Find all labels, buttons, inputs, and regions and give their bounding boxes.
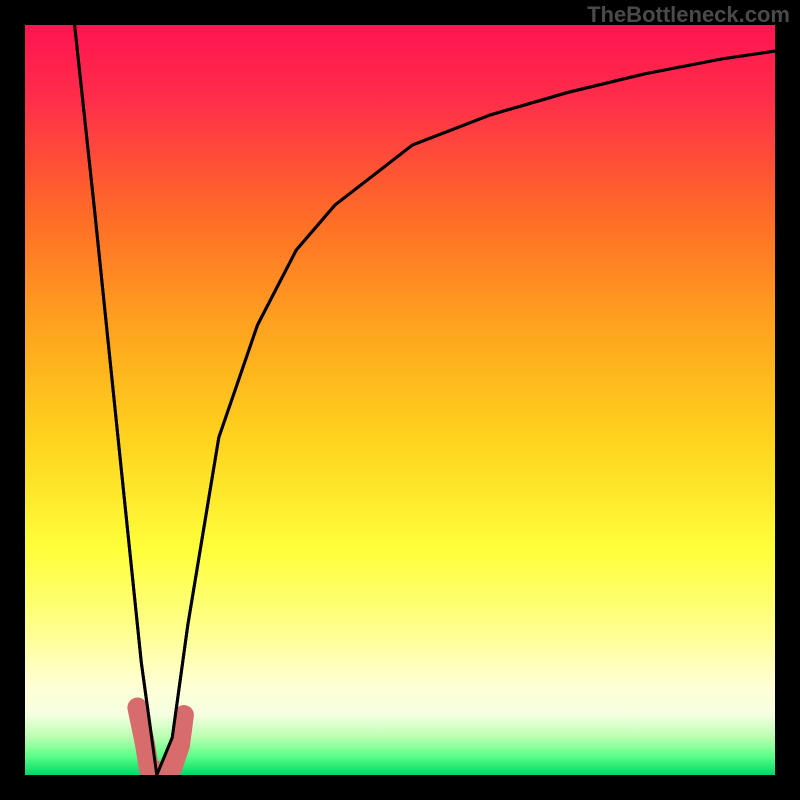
watermark-text: TheBottleneck.com [587, 2, 790, 28]
bottleneck-chart [0, 0, 800, 800]
marker-dot [132, 703, 142, 713]
marker-dot [139, 739, 151, 751]
chart-frame: TheBottleneck.com [0, 0, 800, 800]
